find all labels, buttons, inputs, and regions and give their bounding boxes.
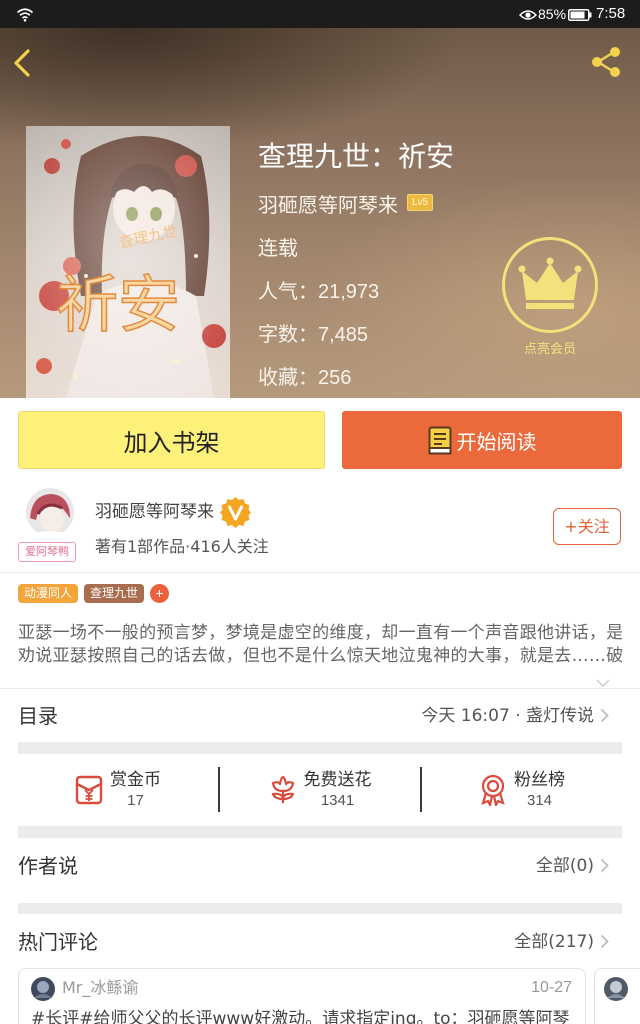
book-popularity: 人气：21,973 [258, 276, 379, 307]
cover-title-art-text: 祈安 [56, 268, 180, 341]
section-separator [18, 903, 622, 914]
author-summary: 著有1部作品·416人关注 [95, 537, 269, 556]
reward-text: 粉丝榜 314 [514, 769, 565, 811]
author-says-all-link[interactable]: 全部(0) [536, 855, 594, 877]
author-level-badge: Lv5 [407, 194, 434, 211]
vip-button[interactable] [501, 236, 599, 334]
award-ribbon-icon [479, 774, 507, 806]
reward-value: 1341 [320, 791, 355, 809]
flower-icon [269, 775, 297, 805]
comment-text: #长评#给师父父的长评www好激动。请求指定ing。to：羽砸愿等阿琴 [31, 1009, 570, 1024]
reward-label: 粉丝榜 [514, 769, 565, 790]
chevron-left-icon [12, 49, 32, 82]
description-line: 劝说亚瑟按照自己的话去做，但也不是什么惊天地泣鬼神的大事，就是去……破 [18, 646, 622, 666]
share-icon [589, 47, 623, 82]
reward-text: 免费送花 1341 [304, 769, 372, 811]
stat-value: 256 [318, 367, 352, 389]
clock: 7:58 [596, 5, 626, 22]
battery-icon [568, 8, 592, 26]
hot-comments-all-link[interactable]: 全部(217) [514, 931, 594, 953]
commenter-avatar[interactable] [31, 977, 55, 1005]
add-tag-button[interactable]: + [150, 584, 169, 603]
stat-label: 收藏： [258, 365, 318, 389]
start-reading-label: 开始阅读 [456, 429, 537, 454]
book-cover[interactable]: 查理九世 祈安 [26, 126, 230, 398]
book-header: 查理九世 祈安 查理九世：祈安 羽砸愿等阿琴来 Lv5 连载 人气：21,973 … [0, 28, 640, 398]
author-avatar[interactable] [26, 488, 74, 536]
avatar-tag: 爱阿琴鸭 [18, 542, 76, 562]
chevron-right-icon [600, 708, 609, 727]
divider [0, 572, 640, 573]
back-button[interactable] [12, 48, 36, 80]
battery-fill [570, 11, 585, 19]
add-to-shelf-button[interactable]: 加入书架 [18, 411, 325, 469]
reward-label: 赏金币 [110, 769, 161, 790]
book-title: 查理九世：祈安 [258, 140, 455, 173]
description-line: 亚瑟一场不一般的预言梦，梦境是虚空的维度，却一直有一个声音跟他讲话，是 [18, 623, 622, 643]
eye-icon [518, 8, 538, 26]
commenter-avatar[interactable] [604, 977, 628, 1005]
vip-label[interactable]: 点亮会员 [501, 341, 599, 359]
send-flower-button[interactable]: 免费送花 1341 [220, 767, 420, 812]
book-author-line[interactable]: 羽砸愿等阿琴来 Lv5 [258, 190, 434, 220]
chevron-right-icon [600, 858, 609, 877]
fan-ranking-button[interactable]: 粉丝榜 314 [422, 767, 622, 812]
reward-label: 免费送花 [303, 769, 372, 790]
book-word-count: 字数：7,485 [258, 319, 368, 350]
book-icon [428, 426, 452, 455]
section-separator [18, 742, 622, 754]
follow-button[interactable]: +关注 [553, 508, 621, 545]
reward-value: 314 [526, 791, 553, 809]
tag-anime-fanfic[interactable]: 动漫同人 [18, 584, 78, 603]
stat-label: 人气： [258, 279, 318, 303]
stat-label: 字数： [258, 322, 318, 346]
catalog-latest-chapter: 今天 16:07 · 盏灯传说 [421, 706, 594, 726]
hot-comments-label: 热门评论 [18, 930, 98, 954]
stat-value: 7,485 [318, 324, 369, 346]
verified-v-badge-icon [219, 496, 252, 529]
section-separator [18, 826, 622, 838]
comment-date: 10-27 [531, 979, 572, 996]
reward-text: 赏金币 17 [110, 769, 161, 811]
chevron-right-icon [600, 934, 609, 953]
add-to-shelf-label: 加入书架 [123, 428, 220, 457]
share-button[interactable] [589, 46, 623, 78]
reward-coins-button[interactable]: 赏金币 17 [18, 767, 218, 812]
comment-card[interactable]: Mr_冰鲧谕 10-27 #长评#给师父父的长评www好激动。请求指定ing。t… [18, 968, 586, 1024]
author-says-label: 作者说 [18, 854, 78, 878]
stat-value: 21,973 [318, 281, 380, 303]
book-favorites: 收藏：256 [258, 362, 351, 393]
commenter-name[interactable]: Mr_冰鲧谕 [62, 977, 138, 999]
red-envelope-icon [75, 775, 103, 805]
reward-value: 17 [127, 791, 144, 809]
status-bar: 85% 7:58 [0, 0, 640, 28]
chevron-down-icon[interactable] [596, 672, 610, 688]
comment-card[interactable] [594, 968, 640, 1024]
start-reading-button[interactable]: 开始阅读 [342, 411, 622, 469]
book-status: 连载 [258, 236, 298, 260]
book-author: 羽砸愿等阿琴来 [258, 193, 398, 217]
book-detail-screen: 85% 7:58 查理九世 祈安 查理九世：祈安 羽砸愿等阿琴来 Lv5 连载 … [0, 0, 640, 1024]
battery-percentage: 85% [538, 6, 567, 22]
divider [0, 688, 640, 689]
crown-icon [501, 237, 599, 338]
wifi-icon [16, 7, 34, 27]
author-name[interactable]: 羽砸愿等阿琴来 [95, 500, 214, 524]
catalog-label: 目录 [18, 704, 58, 728]
tag-series[interactable]: 查理九世 [84, 584, 144, 603]
